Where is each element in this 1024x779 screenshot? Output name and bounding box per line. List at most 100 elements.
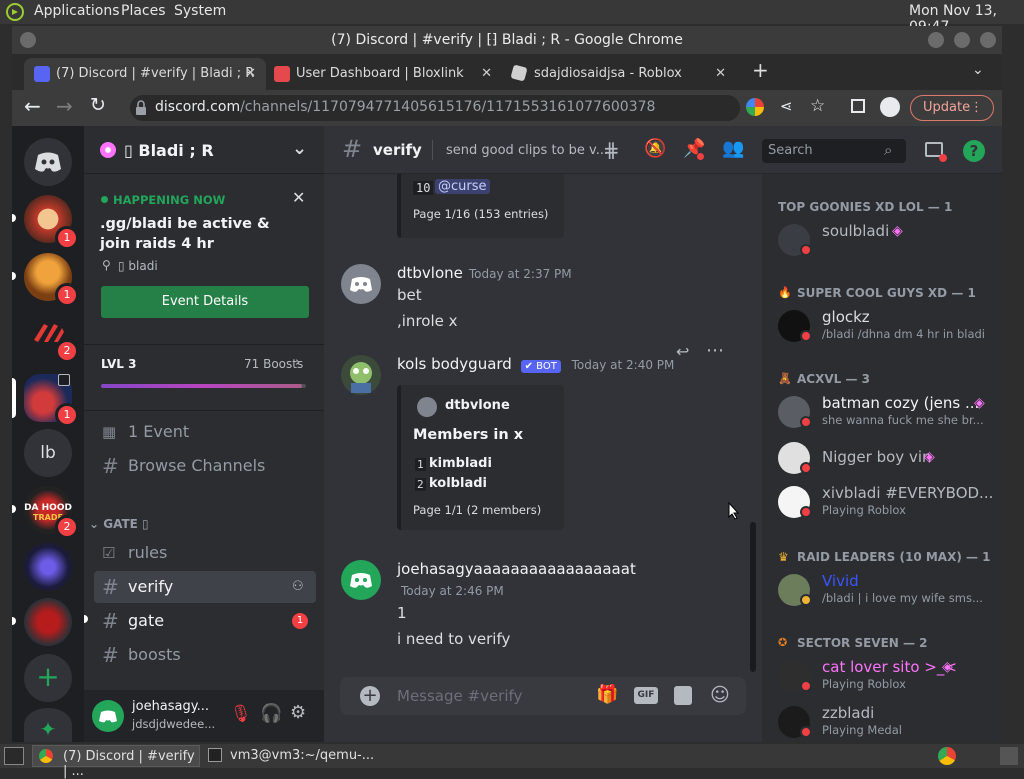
tray-chrome-icon[interactable] bbox=[938, 747, 956, 765]
forward-icon[interactable]: → bbox=[56, 94, 73, 118]
close-event-icon[interactable]: ✕ bbox=[292, 188, 305, 207]
boost-gem-icon bbox=[100, 142, 116, 158]
explore-compass-icon[interactable]: ✦ bbox=[24, 708, 72, 742]
user-status[interactable]: jdsdjdwedee... bbox=[132, 717, 215, 731]
chevron-right-icon: › bbox=[295, 355, 301, 370]
member-item[interactable]: batman cozy (jens ... ◈ she wanna fuck m… bbox=[778, 394, 994, 436]
maximize-button[interactable] bbox=[954, 32, 970, 48]
row-number: 1 bbox=[415, 458, 426, 471]
close-window-button[interactable] bbox=[980, 32, 996, 48]
close-tab-icon[interactable]: ✕ bbox=[481, 58, 492, 90]
tab-discord[interactable]: (7) Discord | #verify | Bladi ; R ✕ bbox=[24, 58, 266, 90]
boost-level[interactable]: LVL 3 bbox=[101, 357, 136, 371]
server-header[interactable]: ▯ Bladi ; R ⌄ bbox=[84, 126, 324, 174]
user-avatar[interactable] bbox=[92, 700, 124, 732]
headphones-icon[interactable]: 🎧 bbox=[260, 703, 282, 724]
dnd-status-icon bbox=[800, 416, 812, 428]
member-name: soulbladi bbox=[822, 222, 890, 240]
event-details-button[interactable]: Event Details bbox=[101, 286, 309, 318]
message-composer[interactable]: + Message #verify 🎁 GIF ☺ bbox=[340, 677, 746, 715]
applications-menu[interactable]: Applications bbox=[34, 3, 120, 19]
minimize-button[interactable] bbox=[928, 32, 944, 48]
role-mention[interactable]: @curse bbox=[435, 179, 490, 194]
mic-muted-icon[interactable]: 🎙 bbox=[230, 704, 252, 724]
member-item[interactable]: xivbladi #EVERYBOD... Playing Roblox bbox=[778, 484, 994, 526]
channel-rules[interactable]: ☑ rules bbox=[94, 537, 316, 569]
channel-gate[interactable]: # gate 1 bbox=[94, 605, 316, 637]
member-name: kolbladi bbox=[429, 476, 487, 491]
tab-bloxlink[interactable]: User Dashboard | Bloxlink ✕ bbox=[264, 58, 502, 90]
server-icon-lb[interactable]: lb bbox=[24, 429, 72, 477]
message-author[interactable]: joehasagyaaaaaaaaaaaaaaaaat bbox=[397, 560, 636, 578]
url-text[interactable]: discord.com/channels/1170794771405615176… bbox=[155, 99, 655, 115]
member-item[interactable]: cat lover sito >_< ◈ Playing Roblox bbox=[778, 658, 994, 700]
member-item[interactable]: Nigger boy vin ◈ bbox=[778, 440, 994, 482]
bookmark-star-icon[interactable]: ☆ bbox=[810, 96, 825, 116]
update-button[interactable]: Update ⋮ bbox=[910, 95, 994, 121]
reply-icon[interactable]: ↩ bbox=[676, 342, 689, 361]
close-tab-icon[interactable]: ✕ bbox=[715, 58, 726, 90]
dnd-status-icon bbox=[800, 680, 812, 692]
window-menu-button[interactable] bbox=[20, 32, 36, 48]
server-icon-red[interactable] bbox=[24, 598, 72, 646]
message-author[interactable]: kols bodyguard ✔ BOT Today at 2:40 PM bbox=[397, 355, 674, 373]
threads-icon[interactable]: ⋕ bbox=[603, 138, 620, 162]
user-name[interactable]: joehasagy... bbox=[132, 699, 209, 714]
bot-avatar[interactable] bbox=[341, 355, 381, 395]
member-item[interactable]: zzbladi Playing Medal bbox=[778, 704, 994, 742]
taskbar-terminal-window[interactable]: vm3@vm3:~/qemu-... bbox=[204, 745, 374, 767]
taskbar-label: vm3@vm3:~/qemu-... bbox=[230, 748, 375, 763]
member-list-icon[interactable]: 👥 bbox=[722, 138, 744, 159]
back-icon[interactable]: ← bbox=[24, 94, 41, 118]
channel-title: verify bbox=[373, 141, 422, 159]
profile-avatar-icon[interactable] bbox=[880, 97, 900, 117]
gnome-foot-icon[interactable] bbox=[6, 3, 24, 21]
google-translate-icon[interactable] bbox=[746, 98, 764, 116]
truncated-embed: 10 @curse Page 1/16 (153 entries) bbox=[397, 174, 564, 238]
direct-messages-button[interactable] bbox=[24, 138, 72, 186]
category-gate[interactable]: ⌄ GATE ▯ bbox=[89, 517, 149, 531]
reload-icon[interactable]: ↻ bbox=[90, 94, 106, 116]
member-activity: she wanna fuck me she br... bbox=[822, 413, 984, 427]
gif-button[interactable]: GIF bbox=[634, 687, 658, 704]
settings-gear-icon[interactable]: ⚙ bbox=[290, 702, 306, 723]
message-author[interactable]: dtbvlone Today at 2:37 PM bbox=[397, 264, 572, 282]
channel-topic[interactable]: send good clips to be v... bbox=[446, 143, 608, 158]
help-icon[interactable]: ? bbox=[963, 140, 985, 162]
close-tab-icon[interactable]: ✕ bbox=[245, 58, 256, 90]
side-panel-icon[interactable] bbox=[851, 99, 865, 113]
member-item[interactable]: Vivid /bladi | i love my wife sms... bbox=[778, 572, 994, 614]
attach-plus-icon[interactable]: + bbox=[360, 686, 380, 706]
member-item[interactable]: soulbladi ◈ bbox=[778, 222, 994, 264]
more-options-icon[interactable]: ⋯ bbox=[706, 340, 724, 361]
gift-icon[interactable]: 🎁 bbox=[596, 684, 618, 705]
search-input[interactable]: Search ⌕ bbox=[762, 139, 906, 163]
browse-label: Browse Channels bbox=[128, 456, 266, 475]
share-icon[interactable]: ⋖ bbox=[780, 97, 793, 115]
tab-search-chevron-icon[interactable]: ⌄ bbox=[972, 62, 984, 78]
message-input[interactable]: Message #verify bbox=[397, 687, 522, 705]
add-server-button[interactable]: + bbox=[24, 654, 72, 702]
search-icon: ⌕ bbox=[884, 141, 893, 159]
show-desktop-icon[interactable] bbox=[4, 747, 24, 765]
notification-muted-icon[interactable]: 🔕 bbox=[644, 138, 666, 159]
invite-icon[interactable]: ⚇ bbox=[292, 571, 304, 603]
message-avatar[interactable] bbox=[341, 560, 381, 600]
chat-scrollbar[interactable] bbox=[750, 522, 756, 672]
browse-channels-link[interactable]: # Browse Channels bbox=[94, 450, 316, 482]
workspace-switcher[interactable] bbox=[1000, 747, 1018, 765]
tab-roblox[interactable]: sdajdiosaidjsa - Roblox ✕ bbox=[502, 58, 736, 90]
events-link[interactable]: ▦ 1 Event bbox=[94, 416, 316, 448]
channel-boosts[interactable]: # boosts bbox=[94, 639, 316, 671]
server-icon-anime[interactable] bbox=[24, 543, 72, 591]
emoji-icon[interactable]: ☺ bbox=[710, 684, 730, 706]
system-menu[interactable]: System bbox=[174, 3, 226, 19]
channel-verify[interactable]: # verify ⚇ bbox=[94, 571, 316, 603]
places-menu[interactable]: Places bbox=[121, 3, 166, 19]
taskbar-chrome-window[interactable]: (7) Discord | #verify | ... bbox=[32, 745, 200, 779]
message-avatar[interactable] bbox=[341, 264, 381, 304]
new-tab-icon[interactable]: + bbox=[752, 58, 769, 82]
lock-icon[interactable] bbox=[134, 100, 148, 116]
sticker-icon[interactable] bbox=[674, 686, 692, 705]
member-item[interactable]: glockz /bladi /dhna dm 4 hr in bladi bbox=[778, 308, 994, 350]
